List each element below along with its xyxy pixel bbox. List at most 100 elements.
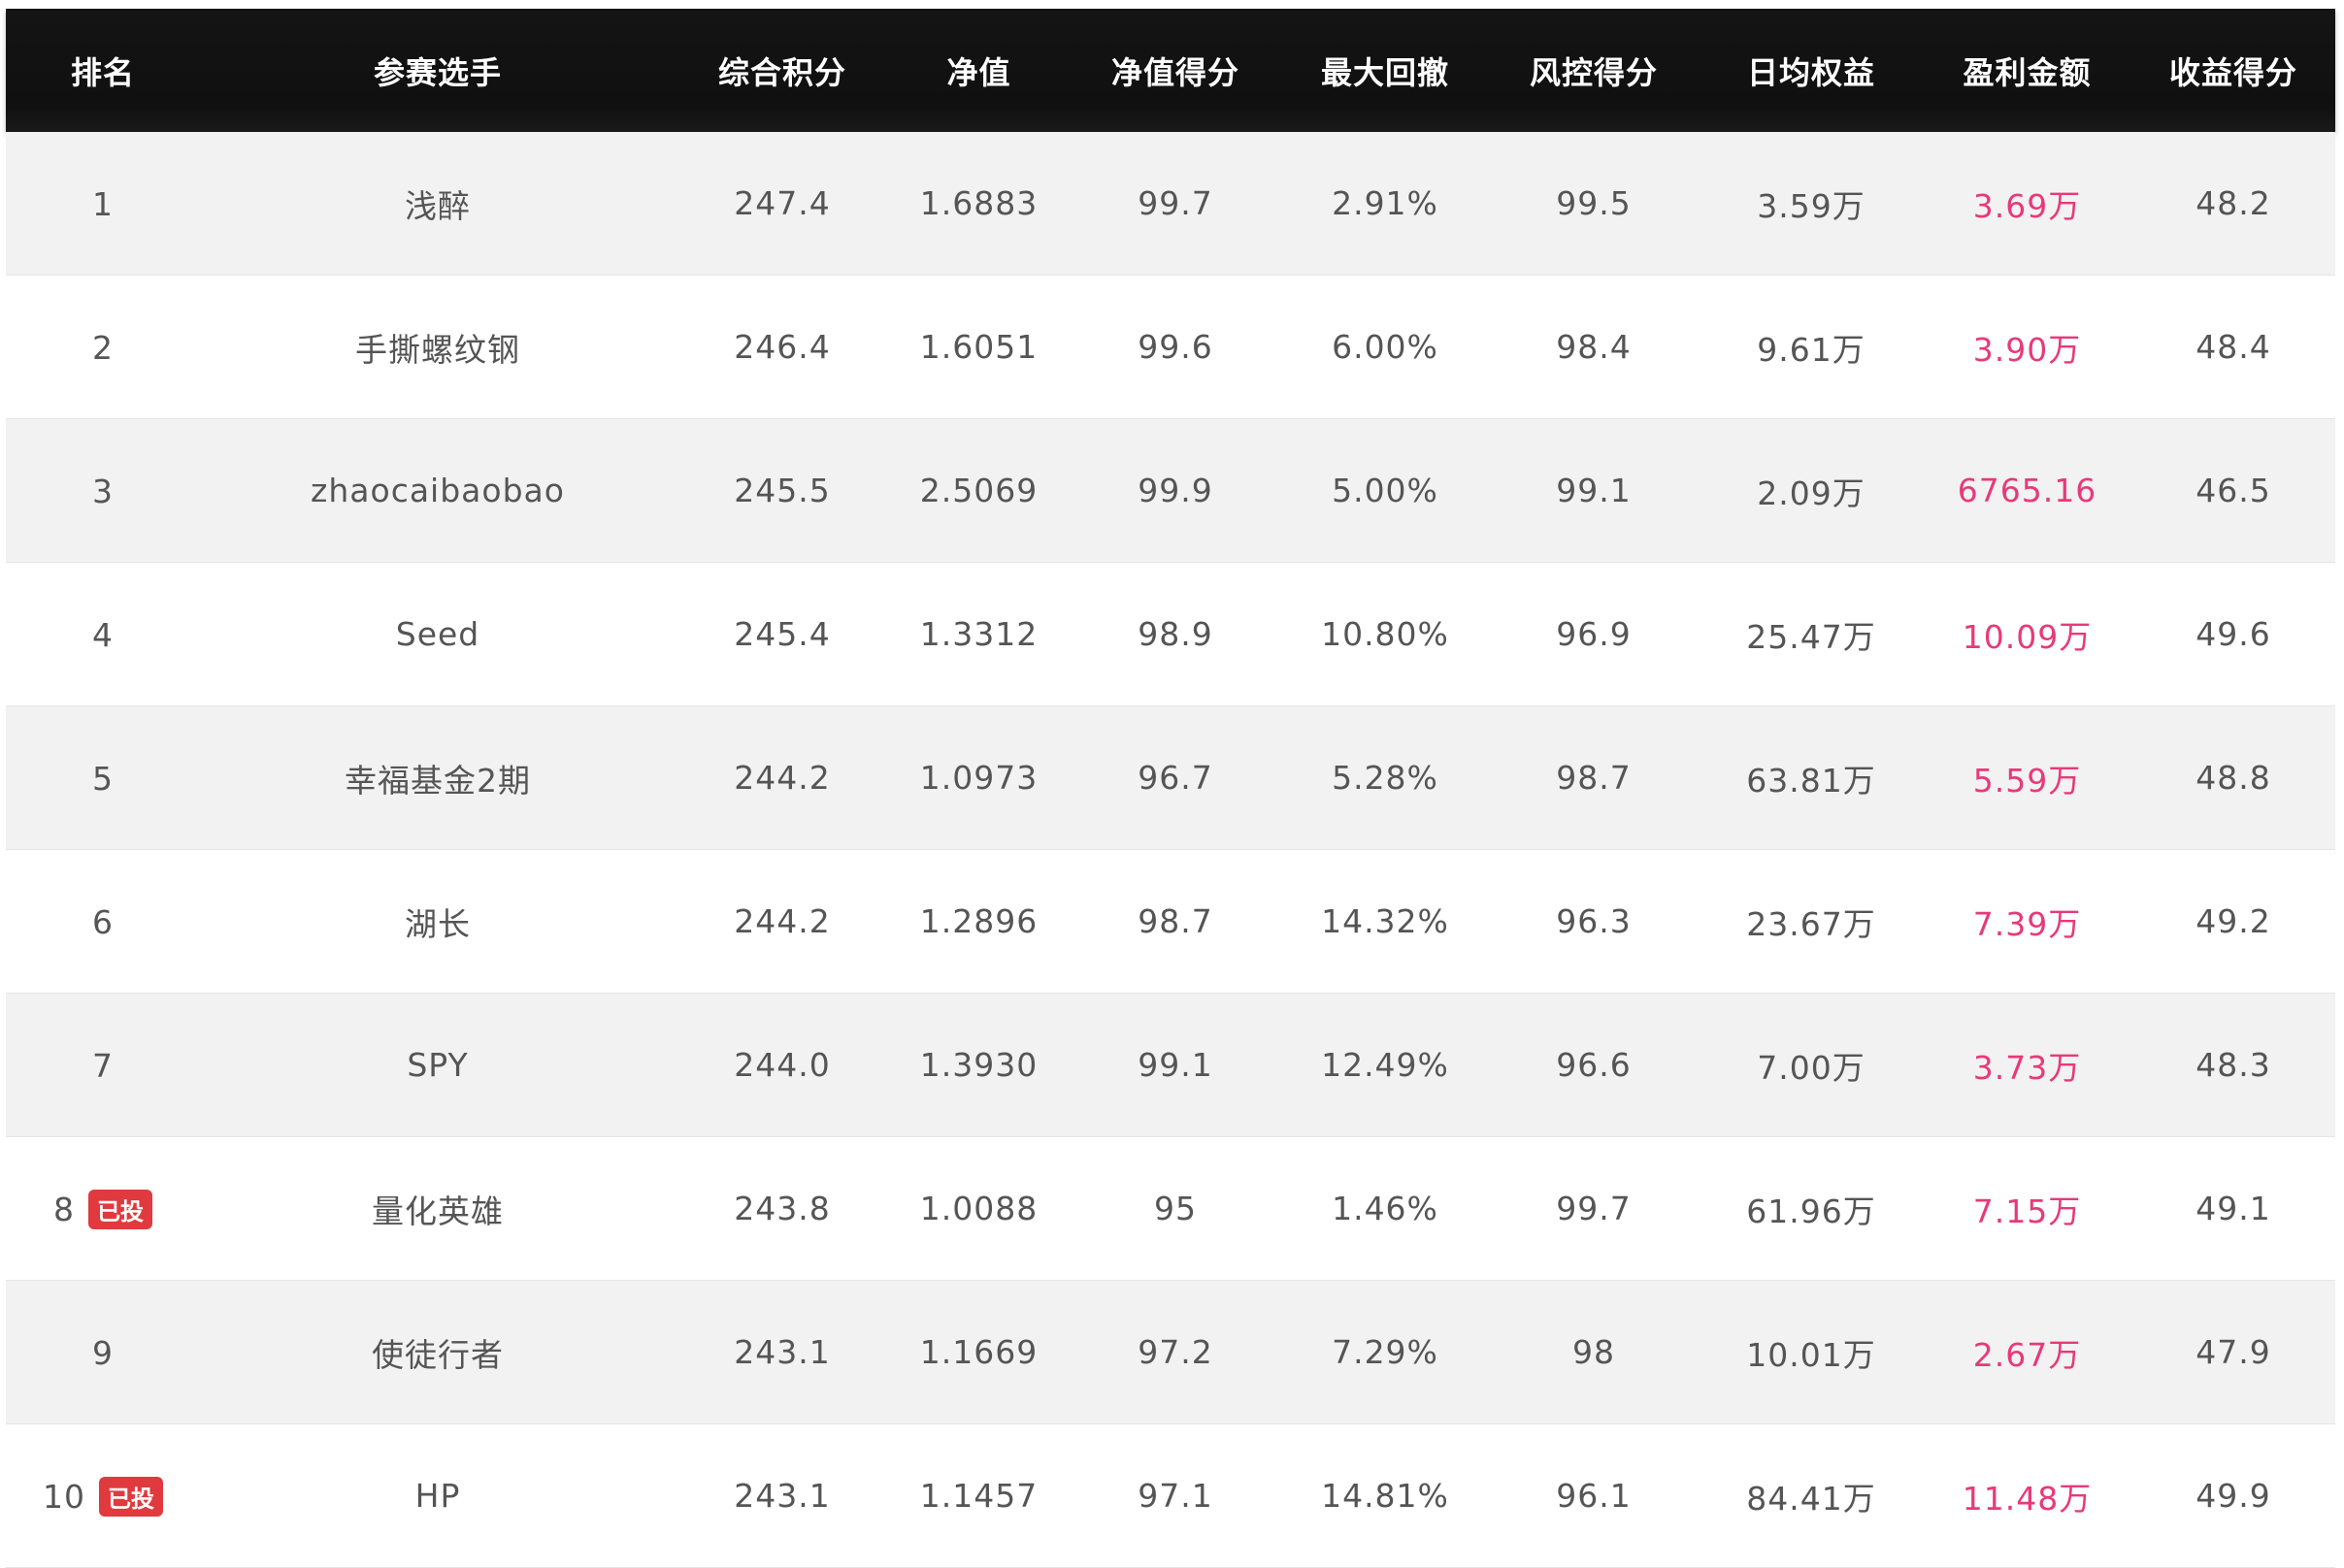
profit-amount: 2.67万: [1972, 1335, 2082, 1374]
rank-number: 9: [92, 1334, 114, 1372]
leaderboard-table: 排名 参赛选手 综合积分 净值 净值得分 最大回撤 风控得分 日均权益 盈利金额…: [6, 9, 2335, 1568]
player-name[interactable]: Seed: [200, 615, 676, 653]
player-name[interactable]: zhaocaibaobao: [200, 472, 676, 509]
daily-equity: 7.00万: [1757, 1048, 1865, 1087]
table-row[interactable]: 9 使徒行者 243.1 1.1669 97.2 7.29% 98 10.01万 2.67万 47…: [6, 1281, 2335, 1424]
return-score: 47.9: [2195, 1333, 2271, 1371]
profit-amount: 11.48万: [1962, 1479, 2093, 1518]
header-risk-score[interactable]: 风控得分: [1488, 49, 1700, 93]
player-name[interactable]: 幸福基金2期: [200, 755, 676, 801]
risk-score: 96.9: [1556, 615, 1632, 653]
risk-score: 96.6: [1556, 1046, 1632, 1084]
nav-value: 1.1457: [919, 1477, 1039, 1515]
table-row[interactable]: 8 已投 量化英雄 243.8 1.0088 95 1.46% 99.7 61.96万 7.15万…: [6, 1137, 2335, 1281]
rank-cell: 6: [6, 901, 200, 941]
player-name[interactable]: SPY: [200, 1046, 676, 1084]
rank-number: 8: [53, 1190, 75, 1228]
profit-amount: 3.90万: [1972, 330, 2082, 369]
invested-badge: 已投: [88, 1189, 152, 1229]
header-total-score[interactable]: 综合积分: [676, 49, 889, 93]
table-row[interactable]: 10 已投 HP 243.1 1.1457 97.1 14.81% 96.1 84.41万 11.…: [6, 1424, 2335, 1568]
table-row[interactable]: 5 幸福基金2期 244.2 1.0973 96.7 5.28% 98.7 63.81万 5.5…: [6, 706, 2335, 850]
player-name[interactable]: 浅醉: [200, 180, 676, 227]
max-drawdown: 10.80%: [1321, 615, 1449, 653]
player-name[interactable]: 量化英雄: [200, 1186, 676, 1232]
table-row[interactable]: 4 Seed 245.4 1.3312 98.9 10.80% 96.9 25.47万 10.0…: [6, 563, 2335, 706]
risk-score: 99.5: [1556, 184, 1632, 222]
table-row[interactable]: 3 zhaocaibaobao 245.5 2.5069 99.9 5.00% 99.1 2.…: [6, 419, 2335, 563]
total-score: 244.0: [734, 1046, 831, 1084]
player-name[interactable]: 湖长: [200, 898, 676, 945]
max-drawdown: 14.81%: [1321, 1477, 1449, 1515]
table-row[interactable]: 2 手撕螺纹钢 246.4 1.6051 99.6 6.00% 98.4 9.61万 3.90万…: [6, 276, 2335, 419]
player-name[interactable]: 使徒行者: [200, 1329, 676, 1376]
max-drawdown: 6.00%: [1332, 328, 1438, 366]
nav-score: 97.2: [1138, 1333, 1213, 1371]
rank-number: 4: [92, 616, 114, 654]
nav-value: 1.0088: [919, 1190, 1039, 1227]
rank-cell: 7: [6, 1045, 200, 1085]
total-score: 246.4: [734, 328, 831, 366]
max-drawdown: 5.28%: [1332, 759, 1438, 797]
daily-equity: 61.96万: [1746, 1192, 1876, 1230]
total-score: 245.5: [734, 472, 831, 509]
rank-number: 5: [92, 760, 114, 798]
daily-equity: 2.09万: [1757, 474, 1865, 512]
rank-cell: 9: [6, 1332, 200, 1372]
risk-score: 99.1: [1556, 472, 1632, 509]
total-score: 244.2: [734, 759, 831, 797]
nav-value: 1.2896: [919, 902, 1039, 940]
risk-score: 96.3: [1556, 902, 1632, 940]
profit-amount: 5.59万: [1972, 761, 2082, 800]
nav-value: 1.6051: [919, 328, 1039, 366]
daily-equity: 25.47万: [1746, 617, 1876, 656]
nav-score: 95: [1154, 1190, 1197, 1227]
nav-value: 1.0973: [919, 759, 1039, 797]
rank-cell: 1: [6, 183, 200, 223]
rank-cell: 2: [6, 327, 200, 367]
table-body: 1 浅醉 247.4 1.6883 99.7 2.91% 99.5 3.59万 3.69万 48.…: [6, 132, 2335, 1568]
rank-number: 3: [92, 473, 114, 510]
header-return-score[interactable]: 收益得分: [2131, 49, 2335, 93]
risk-score: 99.7: [1556, 1190, 1632, 1227]
player-name[interactable]: HP: [200, 1477, 676, 1515]
return-score: 48.4: [2195, 328, 2271, 366]
nav-score: 99.1: [1138, 1046, 1213, 1084]
total-score: 245.4: [734, 615, 831, 653]
header-rank[interactable]: 排名: [6, 49, 200, 93]
table-row[interactable]: 6 湖长 244.2 1.2896 98.7 14.32% 96.3 23.67万 7.39万 4…: [6, 850, 2335, 994]
nav-value: 1.3930: [919, 1046, 1039, 1084]
header-profit[interactable]: 盈利金额: [1923, 49, 2131, 93]
player-name[interactable]: 手撕螺纹钢: [200, 324, 676, 371]
header-daily-equity[interactable]: 日均权益: [1700, 49, 1923, 93]
return-score: 48.2: [2195, 184, 2271, 222]
max-drawdown: 12.49%: [1321, 1046, 1449, 1084]
nav-score: 98.9: [1138, 615, 1213, 653]
daily-equity: 84.41万: [1746, 1479, 1876, 1518]
nav-value: 1.3312: [919, 615, 1039, 653]
rank-cell: 5: [6, 758, 200, 798]
rank-cell: 4: [6, 614, 200, 654]
header-player[interactable]: 参赛选手: [200, 49, 676, 93]
risk-score: 98.7: [1556, 759, 1632, 797]
profit-amount: 3.73万: [1972, 1048, 2082, 1087]
header-nav-score[interactable]: 净值得分: [1069, 49, 1282, 93]
total-score: 243.1: [734, 1477, 831, 1515]
rank-number: 1: [92, 185, 114, 223]
return-score: 46.5: [2195, 472, 2271, 509]
rank-number: 7: [92, 1047, 114, 1085]
table-row[interactable]: 1 浅醉 247.4 1.6883 99.7 2.91% 99.5 3.59万 3.69万 48.…: [6, 132, 2335, 276]
risk-score: 96.1: [1556, 1477, 1632, 1515]
header-max-drawdown[interactable]: 最大回撤: [1282, 49, 1488, 93]
risk-score: 98: [1572, 1333, 1615, 1371]
header-nav[interactable]: 净值: [889, 49, 1069, 93]
nav-value: 1.1669: [919, 1333, 1039, 1371]
rank-cell: 8 已投: [6, 1189, 200, 1229]
rank-number: 6: [92, 903, 114, 941]
nav-score: 96.7: [1138, 759, 1213, 797]
max-drawdown: 14.32%: [1321, 902, 1449, 940]
max-drawdown: 5.00%: [1332, 472, 1438, 509]
nav-score: 99.6: [1138, 328, 1213, 366]
nav-value: 2.5069: [919, 472, 1039, 509]
table-row[interactable]: 7 SPY 244.0 1.3930 99.1 12.49% 96.6 7.00万 3.73万 4…: [6, 994, 2335, 1137]
